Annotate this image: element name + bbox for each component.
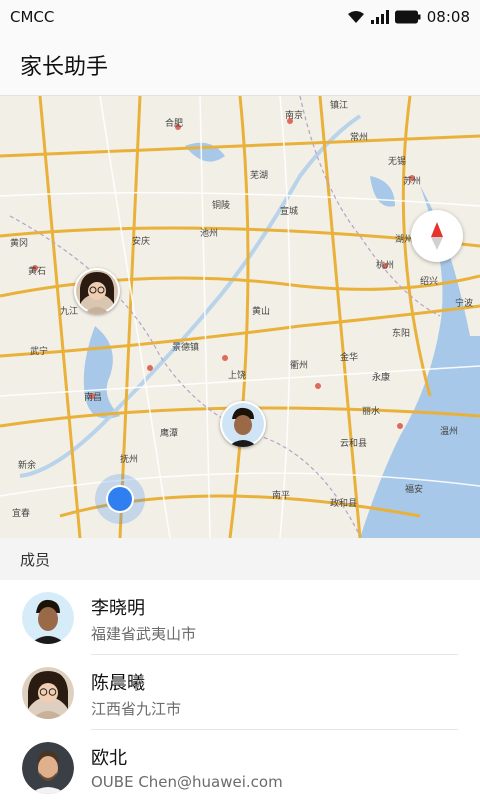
member-pin-chen[interactable] [74, 268, 120, 314]
map-label: 九江 [60, 306, 78, 317]
map-label: 合肥 [165, 117, 183, 129]
clock-label: 08:08 [426, 8, 470, 26]
members-list: 李晓明 福建省武夷山市 陈晨曦 江西省九江市 欧北 OUBE Chen@huaw… [0, 580, 480, 805]
avatar [22, 666, 74, 719]
map-label: 无锡 [388, 156, 406, 167]
map-label: 铜陵 [212, 199, 230, 211]
map-label: 宜春 [12, 507, 30, 519]
avatar [22, 591, 74, 644]
avatar-man-beard [22, 741, 74, 794]
battery-icon [394, 10, 421, 24]
map-label: 南平 [272, 489, 290, 501]
map-label: 景德镇 [172, 341, 199, 353]
map-label: 抚州 [120, 453, 138, 465]
map-label: 南京 [285, 109, 303, 121]
status-icons: 08:08 [347, 8, 470, 26]
map-label: 衢州 [290, 359, 308, 371]
member-pin-li[interactable] [220, 401, 266, 447]
map-label: 绍兴 [420, 275, 438, 287]
status-bar: CMCC 08:08 [0, 0, 480, 34]
avatar [22, 741, 74, 794]
avatar-young-man [222, 403, 264, 447]
member-location: 江西省九江市 [91, 700, 182, 718]
map-label: 福安 [405, 483, 423, 495]
map-label: 南昌 [84, 391, 102, 403]
list-item[interactable]: 欧北 OUBE Chen@huawei.com [0, 730, 480, 805]
map-label: 温州 [440, 426, 458, 437]
app-bar: 家长助手 [0, 34, 480, 96]
map-label: 黄山 [252, 305, 270, 317]
list-item[interactable]: 李晓明 福建省武夷山市 [0, 580, 480, 655]
map-label: 金华 [340, 351, 358, 363]
wifi-icon [347, 11, 364, 23]
map-label: 丽水 [362, 405, 380, 417]
map-label: 永康 [372, 371, 390, 383]
map-label: 云和县 [340, 438, 367, 449]
member-name: 李晓明 [91, 598, 145, 619]
map-label: 黄石 [28, 265, 46, 277]
members-section-header: 成员 [0, 538, 480, 580]
member-name: 欧北 [91, 748, 127, 769]
map-label: 武宁 [30, 345, 48, 357]
map-label: 苏州 [403, 175, 421, 187]
my-location-marker [95, 474, 145, 524]
map-label: 东阳 [392, 327, 410, 339]
avatar-woman-glasses [22, 666, 74, 719]
map-label: 芜湖 [250, 169, 268, 181]
map-label: 宁波 [455, 297, 473, 309]
members-section-label: 成员 [20, 550, 51, 569]
map-label: 宣城 [280, 205, 298, 217]
map-label: 黄冈 [10, 237, 28, 249]
compass-icon [431, 222, 443, 250]
map-label: 杭州 [376, 259, 394, 271]
map-base: 合肥 南京 镇江 常州 无锡 苏州 安庆 池州 铜陵 芜湖 宣城 黄山 杭州 绍… [0, 96, 480, 538]
map-label: 池州 [200, 227, 218, 239]
member-name: 陈晨曦 [91, 673, 145, 694]
map-label: 鹰潭 [160, 427, 178, 439]
map-label: 安庆 [132, 235, 150, 247]
map-view[interactable]: 合肥 南京 镇江 常州 无锡 苏州 安庆 池州 铜陵 芜湖 宣城 黄山 杭州 绍… [0, 96, 480, 538]
map-label: 常州 [350, 131, 368, 143]
avatar-young-man [22, 591, 74, 644]
list-item[interactable]: 陈晨曦 江西省九江市 [0, 655, 480, 730]
member-location: OUBE Chen@huawei.com [91, 773, 283, 791]
map-label: 新余 [18, 459, 36, 471]
map-label: 上饶 [228, 369, 246, 381]
carrier-label: CMCC [10, 8, 55, 26]
map-label: 镇江 [330, 99, 348, 111]
map-label: 政和县 [330, 497, 357, 509]
member-location: 福建省武夷山市 [91, 625, 197, 643]
avatar-woman-glasses [76, 270, 118, 314]
signal-icon [370, 10, 389, 24]
page-title: 家长助手 [20, 54, 109, 80]
compass-button[interactable] [411, 210, 463, 262]
